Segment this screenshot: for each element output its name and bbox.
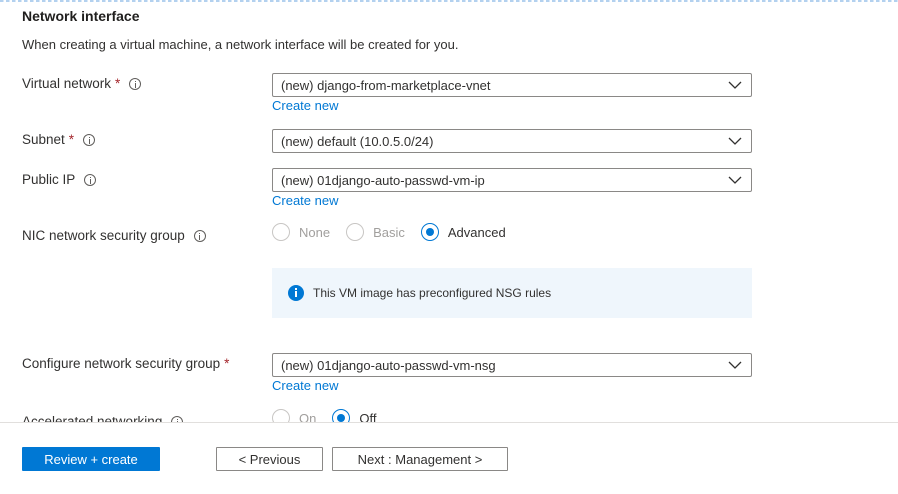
nsg-info-text: This VM image has preconfigured NSG rule… bbox=[313, 286, 552, 300]
chevron-down-icon bbox=[728, 81, 742, 89]
radio-circle bbox=[346, 223, 365, 241]
configure-nsg-value: (new) 01django-auto-passwd-vm-nsg bbox=[281, 357, 496, 373]
review-create-button[interactable]: Review + create bbox=[22, 447, 160, 471]
required-marker: * bbox=[224, 356, 230, 371]
chevron-down-icon bbox=[728, 137, 742, 145]
radio-label: None bbox=[299, 224, 331, 240]
nic-nsg-label: NIC network security group bbox=[22, 228, 206, 243]
public-ip-label-text: Public IP bbox=[22, 172, 76, 187]
nic-nsg-radio-group: None Basic Advanced bbox=[272, 223, 522, 241]
radio-circle bbox=[420, 223, 439, 241]
public-ip-dropdown[interactable]: (new) 01django-auto-passwd-vm-ip bbox=[272, 168, 752, 192]
radio-label: Off bbox=[359, 410, 377, 423]
accelerated-networking-radio-off[interactable]: Off bbox=[332, 409, 376, 422]
info-filled-icon bbox=[288, 285, 304, 301]
chevron-down-icon bbox=[728, 176, 742, 184]
radio-label: Basic bbox=[373, 224, 405, 240]
accelerated-networking-radio-on[interactable]: On bbox=[272, 409, 316, 422]
accelerated-networking-label-text: Accelerated networking bbox=[22, 414, 163, 422]
configure-nsg-dropdown[interactable]: (new) 01django-auto-passwd-vm-nsg bbox=[272, 353, 752, 377]
public-ip-value: (new) 01django-auto-passwd-vm-ip bbox=[281, 172, 485, 188]
previous-button[interactable]: < Previous bbox=[216, 447, 323, 471]
public-ip-create-new-link[interactable]: Create new bbox=[272, 193, 338, 208]
radio-label: On bbox=[299, 410, 317, 423]
required-marker: * bbox=[115, 76, 121, 91]
virtual-network-label-text: Virtual network bbox=[22, 76, 112, 91]
required-marker: * bbox=[68, 132, 75, 147]
virtual-network-value: (new) django-from-marketplace-vnet bbox=[281, 77, 491, 93]
info-icon[interactable] bbox=[193, 229, 206, 242]
info-icon[interactable] bbox=[83, 133, 96, 146]
configure-nsg-create-new-link[interactable]: Create new bbox=[272, 378, 338, 393]
nsg-info-message: This VM image has preconfigured NSG rule… bbox=[272, 268, 752, 318]
public-ip-label: Public IP bbox=[22, 172, 97, 187]
subnet-label: Subnet * bbox=[22, 132, 96, 147]
accelerated-networking-label: Accelerated networking bbox=[22, 414, 184, 422]
nic-nsg-radio-none[interactable]: None bbox=[272, 223, 330, 241]
configure-nsg-label: Configure network security group * bbox=[22, 356, 229, 371]
nic-nsg-radio-advanced[interactable]: Advanced bbox=[420, 223, 506, 241]
radio-circle bbox=[332, 409, 351, 422]
accelerated-networking-radio-group: On Off bbox=[272, 409, 392, 422]
virtual-network-create-new-link[interactable]: Create new bbox=[272, 98, 338, 113]
subnet-label-text: Subnet bbox=[22, 132, 65, 147]
subnet-dropdown[interactable]: (new) default (10.0.5.0/24) bbox=[272, 129, 752, 153]
top-divider bbox=[0, 0, 898, 2]
nic-nsg-radio-basic[interactable]: Basic bbox=[346, 223, 405, 241]
scroll-clip-area: Accelerated networking On Off bbox=[0, 408, 898, 422]
subnet-value: (new) default (10.0.5.0/24) bbox=[281, 133, 434, 149]
radio-label: Advanced bbox=[447, 224, 506, 240]
info-icon[interactable] bbox=[129, 77, 142, 90]
chevron-down-icon bbox=[728, 361, 742, 369]
info-icon[interactable] bbox=[84, 173, 97, 186]
section-title: Network interface bbox=[22, 8, 140, 24]
virtual-network-dropdown[interactable]: (new) django-from-marketplace-vnet bbox=[272, 73, 752, 97]
radio-circle bbox=[272, 223, 290, 241]
next-management-button[interactable]: Next : Management > bbox=[332, 447, 508, 471]
section-description: When creating a virtual machine, a netwo… bbox=[22, 37, 459, 52]
radio-circle bbox=[272, 409, 290, 422]
wizard-footer: Review + create < Previous Next : Manage… bbox=[0, 422, 898, 494]
nic-nsg-label-text: NIC network security group bbox=[22, 228, 185, 243]
configure-nsg-label-text: Configure network security group bbox=[22, 356, 221, 371]
virtual-network-label: Virtual network * bbox=[22, 76, 142, 91]
